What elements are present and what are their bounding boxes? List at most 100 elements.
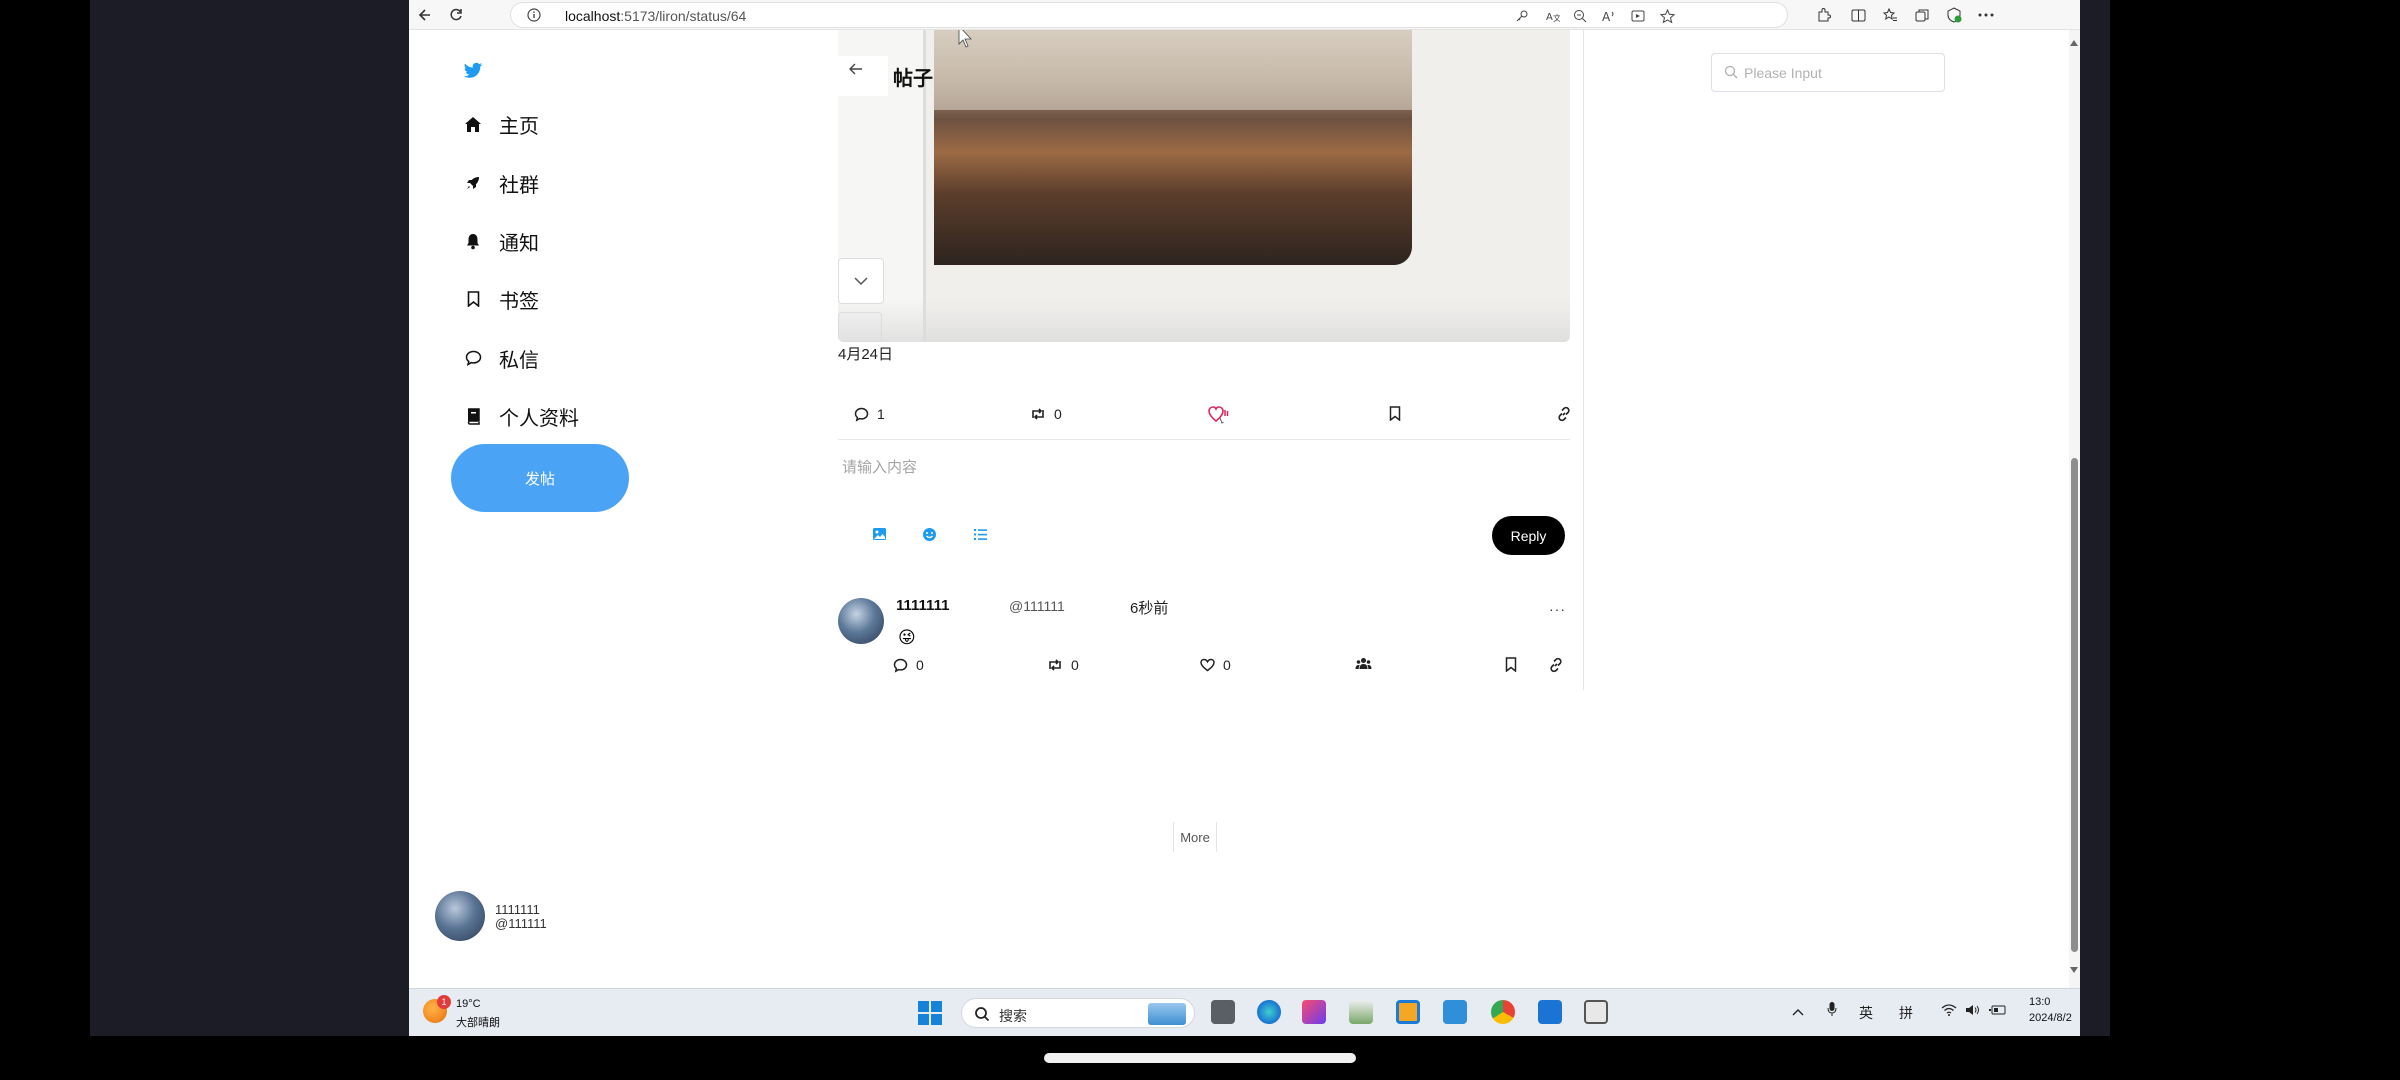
share-link-action[interactable] xyxy=(1556,406,1580,422)
address-bar[interactable]: localhost:5173/liron/status/64 A文 A xyxy=(510,2,1788,28)
home-icon xyxy=(463,114,483,134)
vscode-icon[interactable] xyxy=(1443,1000,1467,1024)
image-icon[interactable] xyxy=(869,524,889,544)
list-icon[interactable] xyxy=(970,524,990,544)
read-aloud-icon[interactable]: A xyxy=(1598,5,1620,27)
extensions-icon[interactable] xyxy=(1812,4,1834,26)
weather-description: 大部晴朗 xyxy=(456,1017,500,1029)
wifi-icon[interactable] xyxy=(1941,1003,1957,1021)
phone-link-icon[interactable] xyxy=(1538,1000,1562,1024)
edge-browser-icon[interactable] xyxy=(1257,1000,1281,1024)
chevron-down-icon xyxy=(854,276,868,285)
svg-text:文: 文 xyxy=(1553,13,1560,23)
comment-action[interactable]: 1 xyxy=(854,406,885,422)
home-indicator[interactable] xyxy=(1044,1053,1356,1063)
battery-icon[interactable] xyxy=(1989,1003,2007,1021)
nav-item-community[interactable]: 社群 xyxy=(463,163,539,203)
comment-reply-action[interactable]: 0 xyxy=(893,657,924,673)
reply-button[interactable]: Reply xyxy=(1492,516,1565,555)
app-window-icon[interactable] xyxy=(1584,1000,1608,1024)
nav-item-label: 通知 xyxy=(499,232,539,255)
reply-input[interactable] xyxy=(842,454,1562,480)
search-input[interactable] xyxy=(1744,63,1934,83)
clock-date[interactable]: 2024/8/2 xyxy=(2029,1012,2072,1024)
nav-item-profile[interactable]: 个人资料 xyxy=(463,396,579,436)
translate-icon[interactable]: A文 xyxy=(1542,5,1564,27)
search-icon xyxy=(1724,65,1738,79)
info-icon[interactable] xyxy=(527,8,541,27)
comment-like-action[interactable]: 0 xyxy=(1200,657,1231,673)
ime-language[interactable]: 英 xyxy=(1859,1003,1873,1023)
nav-item-label: 主页 xyxy=(499,115,539,138)
back-icon[interactable] xyxy=(849,62,863,80)
comment-share-action[interactable] xyxy=(1548,657,1572,673)
search-box[interactable] xyxy=(1711,53,1945,92)
comment-time: 6秒前 xyxy=(1130,600,1169,617)
svg-text:A: A xyxy=(1546,12,1553,23)
nav-item-label: 个人资料 xyxy=(499,407,579,430)
left-backdrop xyxy=(90,0,409,1036)
media-fade xyxy=(838,300,1570,342)
twitter-logo-icon[interactable] xyxy=(463,62,485,84)
browser-essentials-icon[interactable] xyxy=(1943,4,1965,26)
taskbar: 1 19°C 大部晴朗 搜索 英 拼 13:0 2024/8/2 xyxy=(409,988,2080,1036)
page-scrollbar[interactable] xyxy=(2069,30,2080,990)
retweet-action[interactable]: 0 xyxy=(1030,406,1062,422)
taskbar-search[interactable]: 搜索 xyxy=(961,998,1195,1028)
svg-text:A: A xyxy=(1602,10,1611,23)
nav-item-home[interactable]: 主页 xyxy=(463,104,539,144)
bookmark-action[interactable] xyxy=(1389,406,1409,421)
task-view-icon[interactable] xyxy=(1211,1000,1235,1024)
speaker-icon[interactable] xyxy=(1965,1003,1981,1021)
nav-item-bookmarks[interactable]: 书签 xyxy=(463,279,539,319)
comment-icon xyxy=(854,407,869,422)
nav-item-notifications[interactable]: 通知 xyxy=(463,221,539,261)
zoom-out-icon[interactable] xyxy=(1569,5,1591,27)
comment-reply-count: 0 xyxy=(916,657,924,673)
nav-item-label: 社群 xyxy=(499,174,539,197)
photos-icon[interactable] xyxy=(1349,1000,1373,1024)
favorites-icon[interactable] xyxy=(1879,4,1901,26)
microphone-icon[interactable] xyxy=(1827,1001,1837,1022)
comment-community-action[interactable] xyxy=(1355,657,1380,670)
comment-bookmark-action[interactable] xyxy=(1505,657,1525,672)
right-backdrop xyxy=(2080,0,2110,1036)
key-icon[interactable] xyxy=(1511,5,1533,27)
nav-item-label: 私信 xyxy=(499,349,539,372)
split-screen-icon[interactable] xyxy=(1847,4,1869,26)
app-icon[interactable] xyxy=(1396,1000,1420,1024)
scroll-up-arrow-icon[interactable] xyxy=(2070,40,2078,46)
chrome-icon[interactable] xyxy=(1491,1000,1515,1024)
comment-text: 😜 xyxy=(898,628,916,647)
heart-icon xyxy=(1208,406,1229,424)
post-button[interactable]: 发帖 xyxy=(451,444,629,512)
comment-retweet-action[interactable]: 0 xyxy=(1047,657,1079,673)
post-media[interactable] xyxy=(838,30,1570,342)
media-dropdown[interactable] xyxy=(838,258,884,304)
favorite-star-icon[interactable] xyxy=(1656,5,1678,27)
windows-start-icon[interactable] xyxy=(917,1000,943,1026)
browser-menu-icon[interactable] xyxy=(1975,4,1997,26)
more-button[interactable]: More xyxy=(1173,822,1217,852)
intellij-icon[interactable] xyxy=(1302,1000,1326,1024)
bookmark-icon xyxy=(463,289,483,309)
comment-more-button[interactable]: ··· xyxy=(1549,601,1566,617)
chevron-up-icon[interactable] xyxy=(1792,1003,1804,1021)
like-action[interactable] xyxy=(1208,404,1238,424)
nav-item-messages[interactable]: 私信 xyxy=(463,338,539,378)
comment-like-count: 0 xyxy=(1223,657,1231,673)
comment-avatar[interactable] xyxy=(838,598,884,644)
comment-retweet-count: 0 xyxy=(1071,657,1079,673)
ime-mode[interactable]: 拼 xyxy=(1899,1003,1913,1023)
emoji-icon[interactable] xyxy=(919,524,939,544)
comment-author-name[interactable]: 1111111 xyxy=(896,597,949,614)
retweet-icon xyxy=(1032,408,1044,420)
clock-time[interactable]: 13:0 xyxy=(2029,996,2050,1008)
immersive-reader-icon[interactable] xyxy=(1627,5,1649,27)
scrollbar-thumb[interactable] xyxy=(2071,458,2078,952)
refresh-icon[interactable] xyxy=(445,4,467,26)
back-arrow-icon[interactable] xyxy=(413,4,435,26)
current-user-avatar[interactable] xyxy=(435,891,485,941)
scroll-down-arrow-icon[interactable] xyxy=(2070,967,2078,973)
collections-icon[interactable] xyxy=(1911,4,1933,26)
